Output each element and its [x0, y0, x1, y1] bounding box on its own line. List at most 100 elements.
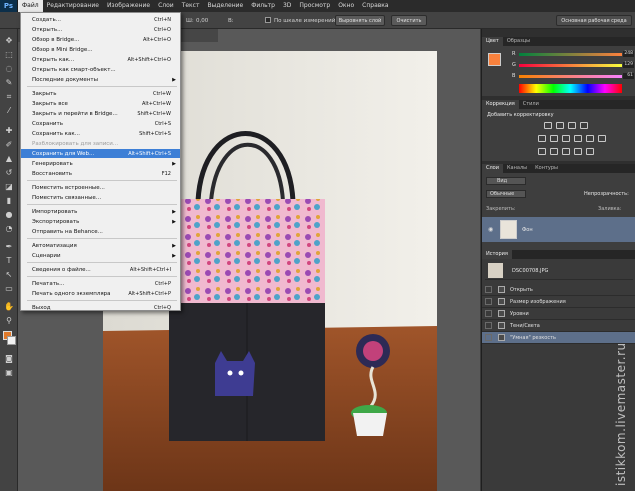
- black-white-icon[interactable]: [574, 135, 582, 142]
- brightness-icon[interactable]: [544, 122, 552, 129]
- history-brush-icon[interactable]: ↺: [3, 167, 15, 178]
- threshold-icon[interactable]: [562, 148, 570, 155]
- healing-tool-icon[interactable]: ✚: [3, 125, 15, 136]
- menu-window[interactable]: Окно: [334, 0, 358, 12]
- file-menu-item[interactable]: Отправить на Behance...: [21, 227, 180, 236]
- menu-edit[interactable]: Редактирование: [43, 0, 103, 12]
- file-menu-item[interactable]: Импортировать ▶: [21, 207, 180, 216]
- history-step[interactable]: Уровни: [482, 308, 635, 320]
- gradient-tool-icon[interactable]: ▮: [3, 195, 15, 206]
- clear-button[interactable]: Очистить: [391, 15, 427, 26]
- file-menu-item[interactable]: Последние документы ▶: [21, 75, 180, 84]
- menu-3d[interactable]: 3D: [279, 0, 295, 12]
- invert-icon[interactable]: [538, 148, 546, 155]
- g-value[interactable]: 129: [623, 62, 634, 68]
- color-balance-icon[interactable]: [562, 135, 570, 142]
- menu-text[interactable]: Текст: [178, 0, 204, 12]
- type-tool-icon[interactable]: T: [3, 255, 15, 266]
- lasso-tool-icon[interactable]: ◌: [3, 63, 15, 74]
- screen-mode-icon[interactable]: ▣: [3, 367, 15, 378]
- color-spectrum[interactable]: [519, 84, 622, 93]
- menu-image[interactable]: Изображение: [103, 0, 154, 12]
- layer-row-background[interactable]: ◉ Фон: [482, 217, 635, 242]
- vibrance-icon[interactable]: [538, 135, 546, 142]
- levels-icon[interactable]: [556, 122, 564, 129]
- file-menu-item[interactable]: Обзор в Bridge... Alt+Ctrl+O: [21, 35, 180, 44]
- scale-checkbox[interactable]: [265, 17, 271, 23]
- photo-filter-icon[interactable]: [586, 135, 594, 142]
- eraser-tool-icon[interactable]: ◪: [3, 181, 15, 192]
- file-menu-item[interactable]: Печать одного экземпляра Alt+Shift+Ctrl+P: [21, 289, 180, 298]
- workspace-select[interactable]: Основная рабочая среда: [556, 15, 632, 26]
- menu-help[interactable]: Справка: [358, 0, 392, 12]
- layer-kind-filter[interactable]: Вид: [486, 177, 526, 185]
- channel-mixer-icon[interactable]: [598, 135, 606, 142]
- history-step[interactable]: Тени/Света: [482, 320, 635, 332]
- file-menu-item[interactable]: Сохранить Ctrl+S: [21, 119, 180, 128]
- tab-channels[interactable]: Каналы: [503, 164, 531, 173]
- tab-paths[interactable]: Контуры: [531, 164, 562, 173]
- r-value[interactable]: 248: [623, 51, 634, 57]
- marquee-tool-icon[interactable]: ⬚: [3, 49, 15, 60]
- file-menu-item[interactable]: Закрыть все Alt+Ctrl+W: [21, 99, 180, 108]
- file-menu-item[interactable]: Открыть... Ctrl+O: [21, 25, 180, 34]
- file-menu-item[interactable]: Закрыть и перейти в Bridge... Shift+Ctrl+…: [21, 109, 180, 118]
- gradient-map-icon[interactable]: [574, 148, 582, 155]
- hue-saturation-icon[interactable]: [550, 135, 558, 142]
- eye-icon[interactable]: ◉: [488, 226, 493, 233]
- file-menu-item[interactable]: Сохранить как... Shift+Ctrl+S: [21, 129, 180, 138]
- background-color-swatch[interactable]: [7, 336, 16, 345]
- menu-filter[interactable]: Фильтр: [247, 0, 279, 12]
- brush-tool-icon[interactable]: ✐: [3, 139, 15, 150]
- shape-tool-icon[interactable]: ▭: [3, 283, 15, 294]
- quick-mask-icon[interactable]: ◙: [3, 353, 15, 364]
- file-menu-item[interactable]: Экспортировать ▶: [21, 217, 180, 226]
- posterize-icon[interactable]: [550, 148, 558, 155]
- file-menu-item[interactable]: Сведения о файле... Alt+Shift+Ctrl+I: [21, 265, 180, 274]
- dodge-tool-icon[interactable]: ◔: [3, 223, 15, 234]
- selective-color-icon[interactable]: [586, 148, 594, 155]
- tab-color[interactable]: Цвет: [482, 37, 503, 46]
- pen-tool-icon[interactable]: ✒: [3, 241, 15, 252]
- file-menu-item[interactable]: Генерировать ▶: [21, 159, 180, 168]
- file-menu-item[interactable]: Автоматизация ▶: [21, 241, 180, 250]
- g-slider[interactable]: [519, 64, 622, 67]
- file-menu-item[interactable]: Обзор в Mini Bridge...: [21, 45, 180, 54]
- exposure-icon[interactable]: [580, 122, 588, 129]
- zoom-tool-icon[interactable]: ⚲: [3, 315, 15, 326]
- tab-styles[interactable]: Стили: [519, 100, 543, 109]
- file-menu-item[interactable]: Закрыть Ctrl+W: [21, 89, 180, 98]
- path-select-tool-icon[interactable]: ↖: [3, 269, 15, 280]
- file-menu-item[interactable]: Выход Ctrl+Q: [21, 303, 180, 312]
- menu-select[interactable]: Выделение: [203, 0, 247, 12]
- hand-tool-icon[interactable]: ✋: [3, 301, 15, 312]
- tab-swatches[interactable]: Образцы: [503, 37, 534, 46]
- blur-tool-icon[interactable]: ●: [3, 209, 15, 220]
- menu-view[interactable]: Просмотр: [295, 0, 334, 12]
- menu-file[interactable]: Файл: [18, 0, 43, 12]
- menu-layers[interactable]: Слои: [154, 0, 178, 12]
- align-layer-button[interactable]: Выровнять слой: [335, 15, 385, 26]
- stamp-tool-icon[interactable]: ▲: [3, 153, 15, 164]
- file-menu-item[interactable]: Сценарии ▶: [21, 251, 180, 260]
- history-step-selected[interactable]: "Умная" резкость: [482, 332, 635, 344]
- history-snapshot[interactable]: DSC00708.JPG: [485, 262, 633, 280]
- eyedropper-tool-icon[interactable]: ⁄: [3, 105, 15, 116]
- file-menu-item[interactable]: Сохранить для Web... Alt+Shift+Ctrl+S: [21, 149, 180, 158]
- file-menu-item[interactable]: Печатать... Ctrl+P: [21, 279, 180, 288]
- file-menu-item[interactable]: Создать... Ctrl+N: [21, 15, 180, 24]
- tab-layers[interactable]: Слои: [482, 164, 503, 173]
- r-slider[interactable]: [519, 53, 622, 56]
- file-menu-item[interactable]: Восстановить F12: [21, 169, 180, 178]
- file-menu-item[interactable]: Открыть как смарт-объект...: [21, 65, 180, 74]
- tab-adjustments[interactable]: Коррекция: [482, 100, 519, 109]
- width-value[interactable]: 0,00: [196, 18, 208, 24]
- curves-icon[interactable]: [568, 122, 576, 129]
- file-menu-item[interactable]: Открыть как... Alt+Shift+Ctrl+O: [21, 55, 180, 64]
- history-step[interactable]: Размер изображения: [482, 296, 635, 308]
- quick-select-tool-icon[interactable]: ✎: [3, 77, 15, 88]
- crop-tool-icon[interactable]: ⌗: [3, 91, 15, 102]
- move-tool-icon[interactable]: ✥: [3, 35, 15, 46]
- layer-name[interactable]: Фон: [522, 227, 533, 233]
- file-menu-item[interactable]: Поместить встроенные...: [21, 183, 180, 192]
